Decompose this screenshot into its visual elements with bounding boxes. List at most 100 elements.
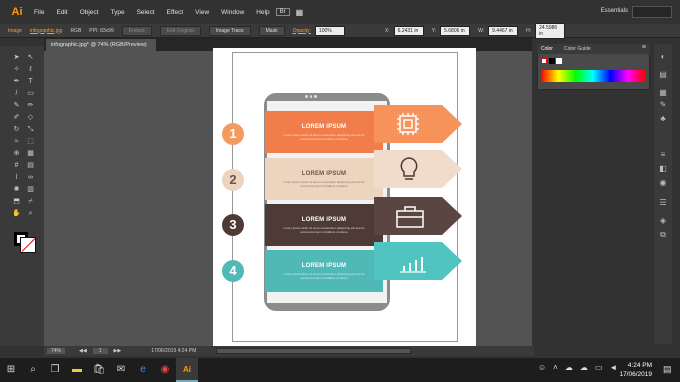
eraser-icon[interactable]: ◇ bbox=[26, 114, 35, 122]
system-tray: ☺ ˄ ☁ ☁ ▭ ◄ bbox=[538, 363, 617, 372]
status-info: 17/06/2019 4:24 PM bbox=[151, 348, 197, 354]
paintbrush-icon[interactable]: ✎ bbox=[12, 102, 21, 110]
edit-original-button[interactable]: Edit Original bbox=[159, 25, 201, 36]
transparency-icon[interactable]: ◉ bbox=[658, 178, 668, 187]
gradient-icon[interactable]: ◧ bbox=[658, 164, 668, 173]
store-icon[interactable]: 🛍 bbox=[88, 358, 110, 382]
infographic-band-2: LOREM IPSUM Lorem ipsum dolor sit amet c… bbox=[265, 158, 383, 200]
pen-tool-icon[interactable]: ✒ bbox=[12, 78, 21, 86]
step-number-4: 4 bbox=[222, 260, 244, 282]
mail-icon[interactable]: ✉ bbox=[110, 358, 132, 382]
menu-object[interactable]: Object bbox=[74, 9, 105, 16]
menu-edit[interactable]: Edit bbox=[50, 9, 73, 16]
network-icon[interactable]: ▭ bbox=[595, 363, 603, 372]
onedrive-icon[interactable]: ☁ bbox=[565, 363, 573, 372]
white-swatch[interactable] bbox=[556, 58, 562, 64]
magic-wand-icon[interactable]: ✧ bbox=[12, 66, 21, 74]
artboards-icon[interactable]: ⧉ bbox=[658, 230, 668, 239]
line-tool-icon[interactable]: / bbox=[12, 90, 21, 98]
file-name-link[interactable]: infographic.jpg bbox=[30, 28, 63, 34]
y-input[interactable]: 5.6806 in bbox=[440, 25, 471, 36]
windows-start-icon[interactable]: ⊞ bbox=[0, 358, 22, 382]
panel-menu-icon[interactable]: ≡ bbox=[642, 44, 646, 51]
black-swatch[interactable] bbox=[549, 58, 555, 64]
color-panel-tabs: Color Color Guide ≡ bbox=[537, 44, 650, 54]
rectangle-tool-icon[interactable]: ▭ bbox=[26, 90, 35, 98]
search-input[interactable] bbox=[632, 6, 672, 18]
slice-tool-icon[interactable]: ⌿ bbox=[26, 198, 35, 206]
gradient-tool-icon[interactable]: ▤ bbox=[26, 162, 35, 170]
eyedropper-icon[interactable]: ⌇ bbox=[12, 174, 21, 182]
pencil-icon[interactable]: ✏ bbox=[26, 102, 35, 110]
h-input[interactable]: 24.5986 in bbox=[535, 22, 566, 39]
direct-selection-tool-icon[interactable]: ↖ bbox=[26, 54, 35, 62]
notifications-icon[interactable]: ▤ bbox=[663, 364, 672, 375]
people-icon[interactable]: ☺ bbox=[538, 363, 546, 372]
perspective-grid-icon[interactable]: ▦ bbox=[26, 150, 35, 158]
menu-help[interactable]: Help bbox=[250, 9, 275, 16]
blend-tool-icon[interactable]: ∞ bbox=[26, 174, 35, 182]
arrange-documents-icon[interactable]: ▦ bbox=[290, 8, 310, 17]
taskbar-clock[interactable]: 4:24 PM 17/06/2019 bbox=[619, 361, 652, 379]
menu-select[interactable]: Select bbox=[131, 9, 161, 16]
color-guide-icon[interactable]: ▤ bbox=[658, 70, 668, 79]
artboard-tool-icon[interactable]: ⬒ bbox=[12, 198, 21, 206]
color-spectrum[interactable] bbox=[541, 70, 645, 82]
image-trace-button[interactable]: Image Trace bbox=[208, 25, 251, 36]
symbol-sprayer-icon[interactable]: ✺ bbox=[12, 186, 21, 194]
type-tool-icon[interactable]: T bbox=[26, 78, 35, 86]
bridge-icon[interactable]: Br bbox=[275, 8, 290, 16]
onedrive-icon-2[interactable]: ☁ bbox=[580, 363, 588, 372]
artboard-number[interactable]: 1 bbox=[92, 348, 108, 354]
chrome-icon[interactable]: ◉ bbox=[154, 358, 176, 382]
shape-builder-icon[interactable]: ⊕ bbox=[12, 150, 21, 158]
opacity-input[interactable]: 100% bbox=[314, 25, 345, 36]
mask-button[interactable]: Mask bbox=[258, 25, 285, 36]
menu-view[interactable]: View bbox=[189, 9, 215, 16]
workspace-switcher[interactable]: Essentials bbox=[601, 8, 628, 14]
hand-tool-icon[interactable]: ✋ bbox=[12, 210, 21, 218]
tab-color-guide[interactable]: Color Guide bbox=[564, 46, 591, 52]
band-text: Lorem ipsum dolor sit amet consectetur a… bbox=[283, 271, 365, 280]
appearance-icon[interactable]: ☰ bbox=[658, 198, 668, 207]
horizontal-scrollbar[interactable] bbox=[216, 348, 412, 354]
search-icon[interactable]: ⌕ bbox=[22, 358, 44, 382]
rotate-tool-icon[interactable]: ↻ bbox=[12, 126, 21, 134]
column-graph-icon[interactable]: ▥ bbox=[26, 186, 35, 194]
menu-window[interactable]: Window bbox=[215, 9, 250, 16]
blob-brush-icon[interactable]: ✐ bbox=[12, 114, 21, 122]
x-input[interactable]: 6.2431 in bbox=[393, 25, 424, 36]
fill-swatch[interactable] bbox=[20, 237, 36, 253]
chevron-up-icon[interactable]: ˄ bbox=[553, 363, 558, 372]
stroke-icon[interactable]: ≡ bbox=[658, 150, 668, 159]
none-swatch[interactable] bbox=[541, 58, 547, 64]
menu-effect[interactable]: Effect bbox=[161, 9, 190, 16]
free-transform-icon[interactable]: ⬚ bbox=[26, 138, 35, 146]
color-panel-icon[interactable]: ◐ bbox=[658, 52, 668, 61]
selection-tool-icon[interactable]: ➤ bbox=[12, 54, 21, 62]
w-input[interactable]: 9.4467 in bbox=[488, 25, 519, 36]
symbols-icon[interactable]: ♣ bbox=[658, 114, 668, 123]
volume-icon[interactable]: ◄ bbox=[609, 363, 617, 372]
file-explorer-icon[interactable]: ▬ bbox=[66, 358, 88, 382]
last-artboard-button[interactable]: ▶▶ bbox=[114, 348, 122, 354]
embed-button[interactable]: Embed bbox=[121, 25, 152, 36]
brushes-icon[interactable]: ✎ bbox=[658, 100, 668, 109]
menu-file[interactable]: File bbox=[28, 9, 50, 16]
layers-icon[interactable]: ◈ bbox=[658, 216, 668, 225]
zoom-level[interactable]: 74% bbox=[47, 348, 66, 354]
lasso-icon[interactable]: ℓ bbox=[26, 66, 35, 74]
tag-1 bbox=[374, 105, 462, 143]
scale-tool-icon[interactable]: ⤡ bbox=[26, 126, 35, 134]
zoom-tool-icon[interactable]: ⌕ bbox=[26, 210, 35, 218]
edge-icon[interactable]: e bbox=[132, 358, 154, 382]
menu-type[interactable]: Type bbox=[104, 9, 130, 16]
first-artboard-button[interactable]: ◀◀ bbox=[79, 348, 87, 354]
tab-color[interactable]: Color bbox=[541, 46, 553, 52]
task-view-icon[interactable]: ❐ bbox=[44, 358, 66, 382]
document-tab[interactable]: infographic.jpg* @ 74% (RGB/Preview) bbox=[46, 39, 156, 51]
width-tool-icon[interactable]: ≈ bbox=[12, 138, 21, 146]
illustrator-taskbar-icon[interactable]: Ai bbox=[176, 358, 198, 382]
swatches-icon[interactable]: ▦ bbox=[658, 88, 668, 97]
mesh-tool-icon[interactable]: # bbox=[12, 162, 21, 170]
